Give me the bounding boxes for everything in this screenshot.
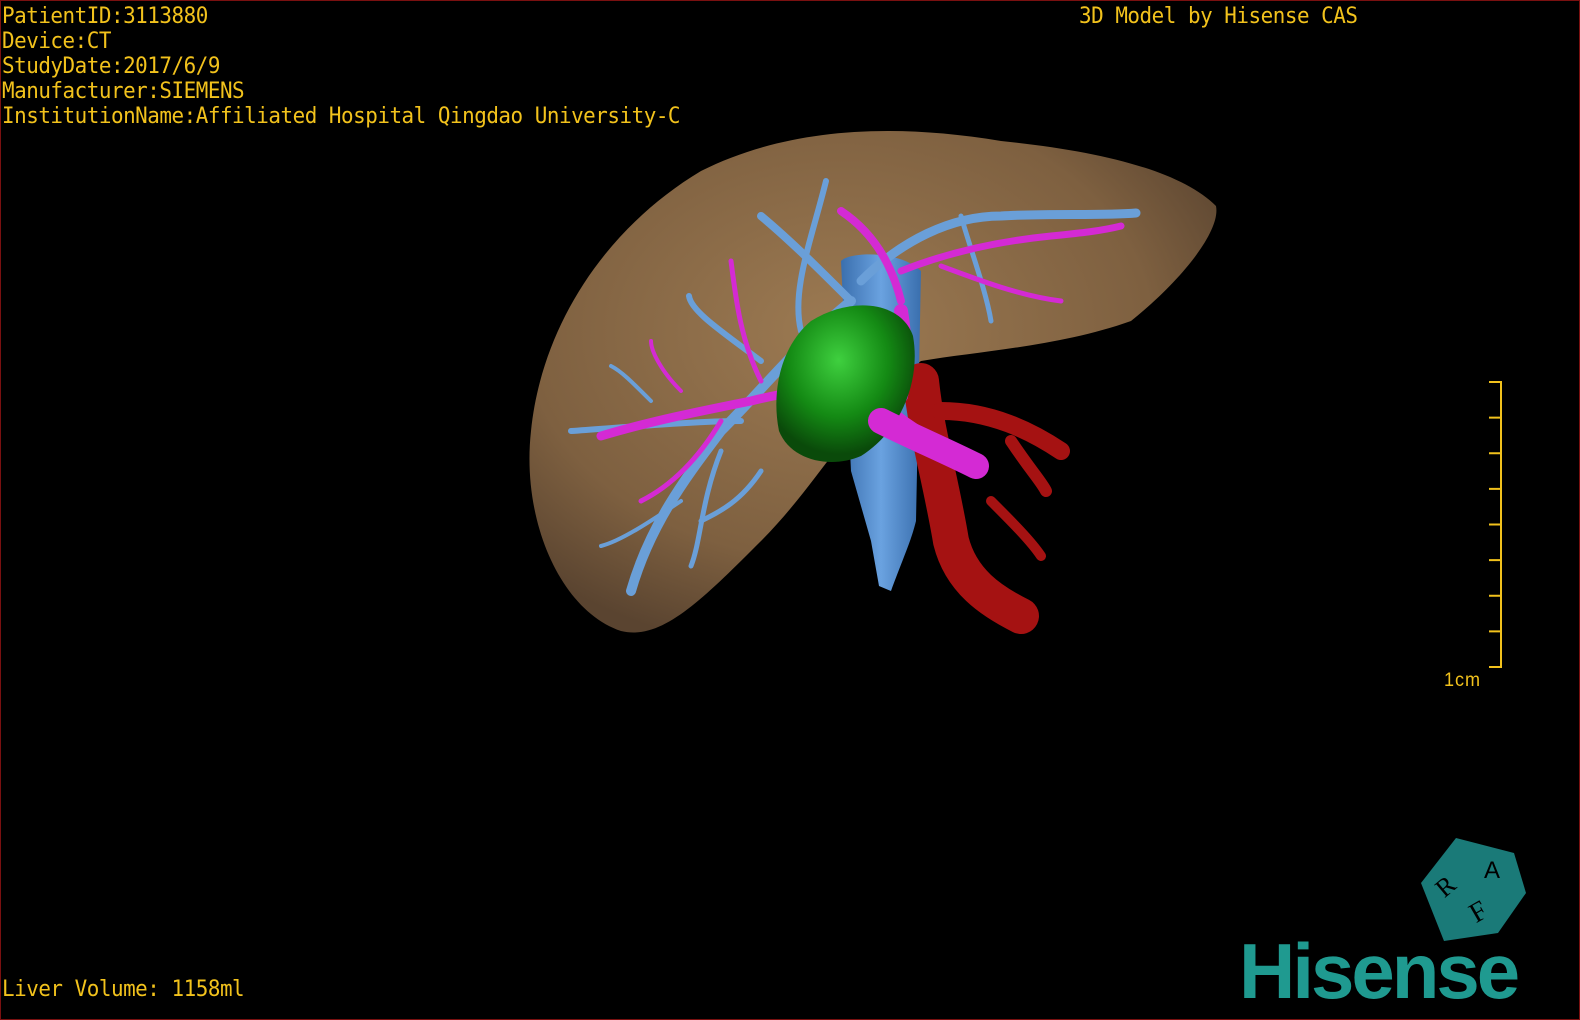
device: Device:CT <box>2 29 111 54</box>
artery <box>903 363 1070 634</box>
3d-viewport[interactable]: PatientID:3113880 Device:CT StudyDate:2017… <box>0 0 1580 1020</box>
institution-name: InstitutionName:Affiliated Hospital Qing… <box>2 104 681 129</box>
manufacturer: Manufacturer:SIEMENS <box>2 79 245 104</box>
model-credit: 3D Model by Hisense CAS <box>1079 4 1358 29</box>
liver-volume: Liver Volume: 1158ml <box>2 977 245 1002</box>
hisense-logo: Hisense <box>1239 927 1520 1015</box>
patient-id: PatientID:3113880 <box>2 4 208 29</box>
liver-3d-model[interactable] <box>1 1 1580 1020</box>
patient-info-overlay: PatientID:3113880 Device:CT StudyDate:2017… <box>2 4 681 129</box>
scale-bar <box>1489 381 1502 668</box>
cube-letter-a: A <box>1484 857 1500 884</box>
scale-bar-label: 1cm <box>1444 670 1481 691</box>
study-date: StudyDate:2017/6/9 <box>2 54 220 79</box>
